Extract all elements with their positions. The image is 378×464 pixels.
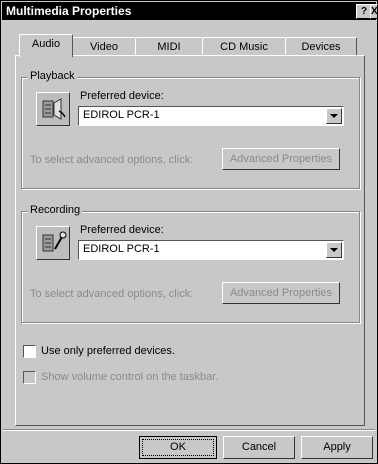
playback-device-select[interactable]: EDIROL PCR-1 [78, 106, 344, 126]
use-preferred-label: Use only preferred devices. [41, 345, 175, 357]
multimedia-properties-dialog: Multimedia Properties ? X Audio Video MI… [0, 0, 378, 464]
separator [3, 429, 375, 431]
use-preferred-checkbox-row[interactable]: Use only preferred devices. [23, 345, 323, 359]
recording-hint: To select advanced options, click: [30, 288, 194, 300]
chevron-down-icon[interactable] [326, 242, 342, 258]
use-preferred-checkbox[interactable] [23, 345, 36, 358]
playback-preferred-label: Preferred device: [80, 90, 164, 102]
tab-audio[interactable]: Audio [19, 34, 73, 57]
recording-group-label: Recording [28, 204, 83, 216]
recording-group: Recording Preferred device: EDIROL PCR-1… [21, 204, 360, 323]
playback-device-value: EDIROL PCR-1 [83, 109, 160, 121]
speaker-device-icon [36, 92, 70, 126]
playback-group-label: Playback [28, 70, 77, 82]
microphone-device-icon [36, 226, 70, 260]
show-volume-checkbox-row: Show volume control on the taskbar. [23, 371, 323, 385]
recording-preferred-label: Preferred device: [80, 224, 164, 236]
tab-cd-music[interactable]: CD Music [202, 37, 286, 56]
apply-button[interactable]: Apply [301, 436, 373, 459]
tab-video[interactable]: Video [72, 37, 136, 56]
tab-devices[interactable]: Devices [285, 37, 357, 56]
show-volume-label: Show volume control on the taskbar. [41, 371, 219, 383]
playback-hint: To select advanced options, click: [30, 154, 194, 166]
playback-group: Playback Preferred device: EDIROL PCR-1 … [21, 70, 360, 189]
cancel-button[interactable]: Cancel [223, 436, 295, 459]
tab-midi[interactable]: MIDI [135, 37, 203, 56]
playback-advanced-button[interactable]: Advanced Properties [222, 148, 340, 170]
window-title: Multimedia Properties [6, 4, 132, 18]
recording-device-value: EDIROL PCR-1 [83, 243, 160, 255]
recording-advanced-button[interactable]: Advanced Properties [222, 282, 340, 304]
close-button[interactable]: X [370, 4, 378, 19]
recording-device-select[interactable]: EDIROL PCR-1 [78, 240, 344, 260]
chevron-down-icon[interactable] [326, 108, 342, 124]
show-volume-checkbox[interactable] [23, 371, 36, 384]
title-bar: Multimedia Properties ? X [2, 2, 378, 20]
ok-button[interactable]: OK [139, 436, 217, 459]
